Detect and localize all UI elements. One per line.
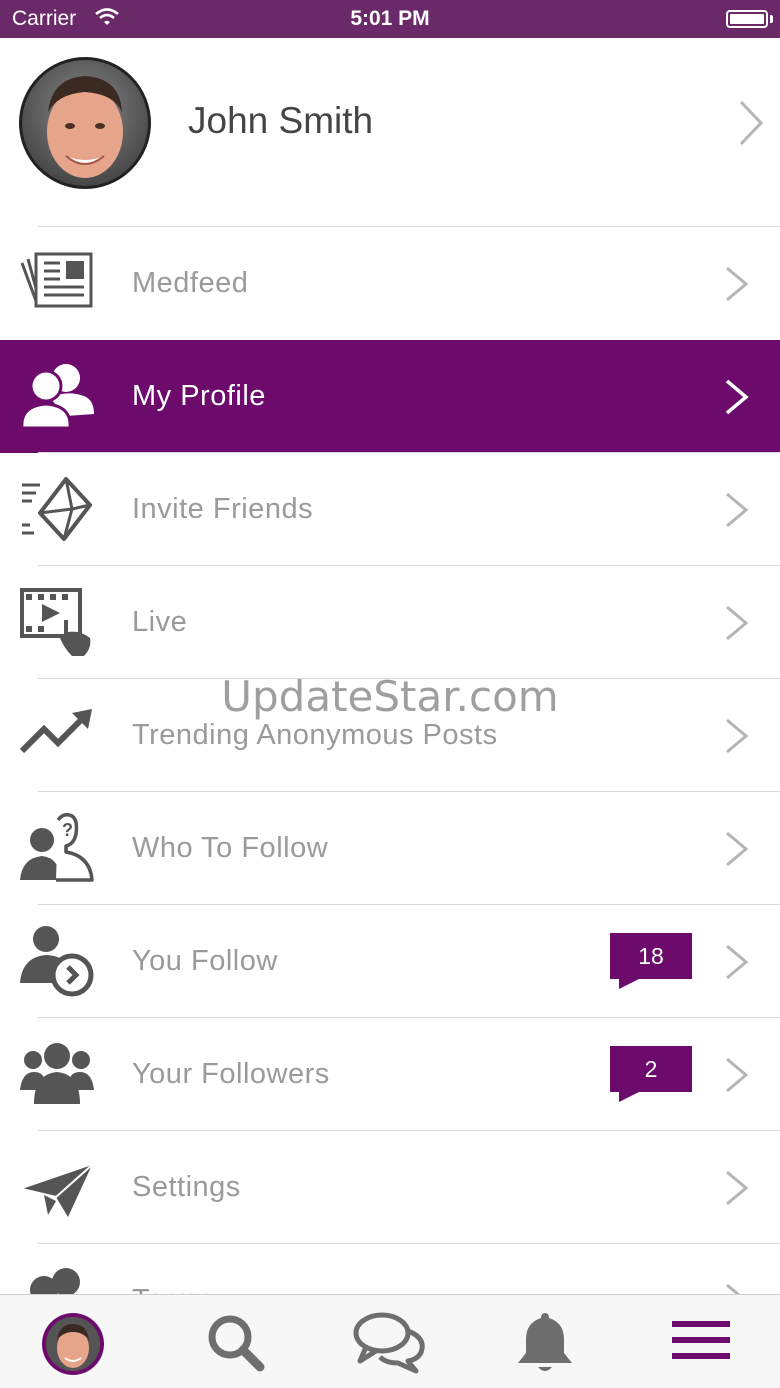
menu-item-label: Your Followers: [132, 1058, 330, 1090]
menu-item-settings[interactable]: Settings: [0, 1131, 780, 1244]
chevron-right-icon: [726, 831, 749, 867]
search-icon: [208, 1315, 265, 1372]
trending-icon: [20, 709, 92, 754]
search-tab[interactable]: [202, 1309, 268, 1375]
bell-icon: [518, 1313, 572, 1371]
battery-tip: [770, 15, 773, 23]
svg-text:?: ?: [62, 820, 73, 840]
chevron-right-icon: [726, 718, 749, 754]
divider: [38, 904, 780, 905]
terms-icon: [30, 1268, 80, 1294]
menu-item-terms[interactable]: Terms: [0, 1244, 780, 1294]
profile-avatar-tab[interactable]: [41, 1312, 105, 1376]
group-icon: [20, 1043, 94, 1104]
menu-tab[interactable]: [670, 1309, 732, 1375]
divider: [38, 678, 780, 679]
menu-item-label: My Profile: [132, 380, 266, 412]
avatar: [19, 57, 151, 189]
video-touch-icon: [20, 588, 91, 656]
chevron-right-icon: [726, 944, 749, 980]
notifications-tab[interactable]: [512, 1309, 578, 1375]
profile-users-icon: [20, 364, 94, 430]
menu-item-label: You Follow: [132, 945, 278, 977]
menu-item-label: Trending Anonymous Posts: [132, 719, 498, 751]
chevron-right-icon: [726, 266, 749, 302]
menu-item-trending-anonymous-posts[interactable]: Trending Anonymous Posts: [0, 679, 780, 792]
profile-name: John Smith: [188, 100, 374, 141]
menu-item-you-follow[interactable]: You Follow 18: [0, 905, 780, 1018]
divider: [38, 791, 780, 792]
chevron-right-icon: [739, 100, 764, 146]
chevron-right-icon: [726, 1057, 749, 1093]
menu-item-label: Medfeed: [132, 267, 249, 299]
hamburger-menu-icon: [672, 1321, 730, 1359]
profile-header[interactable]: John Smith: [0, 38, 780, 226]
menu-item-who-to-follow[interactable]: ? Who To Follow: [0, 792, 780, 905]
chevron-right-icon: [726, 1283, 741, 1294]
status-bar: Carrier 5:01 PM: [0, 0, 780, 38]
chevron-right-icon: [726, 1170, 749, 1206]
chevron-right-icon: [726, 605, 749, 641]
menu-item-invite-friends[interactable]: Invite Friends: [0, 453, 780, 566]
chevron-right-icon: [726, 492, 749, 528]
battery-icon: [726, 10, 768, 28]
menu-item-label: Terms: [132, 1244, 213, 1294]
menu-item-label: Who To Follow: [132, 832, 329, 864]
menu-item-my-profile[interactable]: My Profile: [0, 340, 780, 453]
user-question-icon: ?: [20, 812, 94, 882]
chat-bubbles-icon: [353, 1312, 425, 1374]
menu-item-label: Live: [132, 606, 188, 638]
chevron-right-icon: [725, 379, 749, 415]
divider: [38, 565, 780, 566]
divider: [38, 452, 780, 453]
side-menu: John Smith Medfeed My Profile Invite Fri…: [0, 38, 780, 1294]
messages-tab[interactable]: [352, 1309, 428, 1375]
count-badge: 2: [610, 1046, 692, 1102]
envelope-icon: [22, 477, 92, 541]
newspaper-icon: [20, 252, 93, 308]
clock: 5:01 PM: [350, 7, 430, 30]
divider: [38, 1243, 780, 1244]
paper-plane-icon: [21, 1164, 93, 1217]
divider: [38, 1017, 780, 1018]
menu-item-live[interactable]: Live: [0, 566, 780, 679]
avatar-icon: [42, 1313, 104, 1375]
menu-item-medfeed[interactable]: Medfeed: [0, 227, 780, 340]
tab-bar: [0, 1294, 780, 1388]
divider: [38, 1130, 780, 1131]
user-arrow-icon: [20, 926, 94, 997]
count-badge: 18: [610, 933, 692, 989]
menu-item-label: Settings: [132, 1171, 241, 1203]
menu-item-your-followers[interactable]: Your Followers 2: [0, 1018, 780, 1131]
menu-item-label: Invite Friends: [132, 493, 314, 525]
